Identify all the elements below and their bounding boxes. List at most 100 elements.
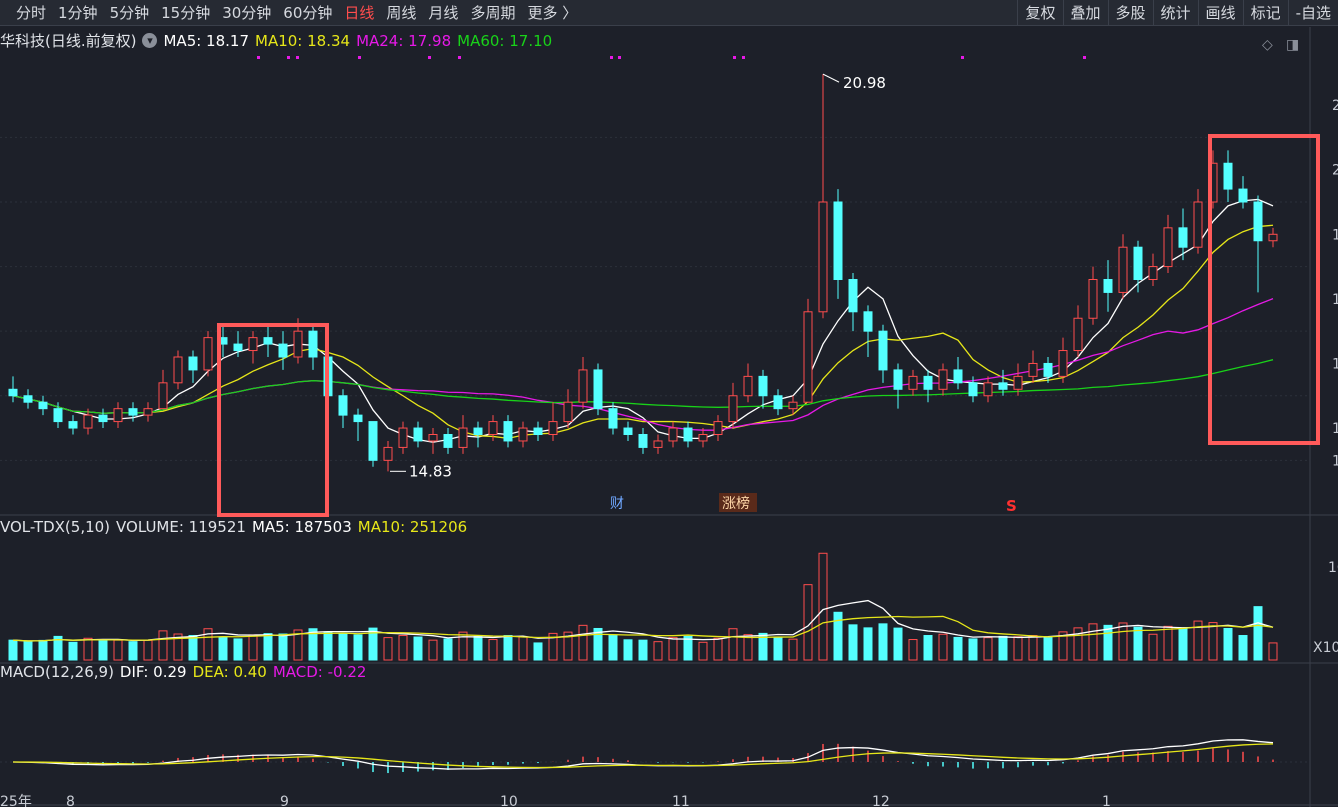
volume-bar xyxy=(728,628,738,661)
candle-body xyxy=(428,434,438,442)
candle-body xyxy=(488,421,498,436)
volume-bar xyxy=(1013,636,1023,661)
candle-body xyxy=(188,356,198,371)
candle-body xyxy=(383,446,393,461)
toolbar-button-4[interactable]: 画线 xyxy=(1197,0,1243,25)
candle-body xyxy=(788,401,798,410)
kline-chart[interactable]: 221111120.9814.83财涨榜S◇◨10X1025年891011121 xyxy=(0,27,1338,807)
candle-body xyxy=(98,414,108,423)
period-toolbar: 分时 1分钟 5分钟 15分钟 30分钟 60分钟 日线 周线 月线 多周期 更多 〉 复权 叠加 多股… xyxy=(0,0,1338,26)
tab-10[interactable]: 更多 〉 xyxy=(521,2,583,23)
candle-body xyxy=(803,311,813,403)
volume-bar xyxy=(1163,625,1173,661)
candle-body xyxy=(908,375,918,390)
volume-bar xyxy=(68,641,78,661)
candle-body xyxy=(683,427,693,442)
candle-body xyxy=(728,395,738,423)
candle-body xyxy=(368,421,378,461)
volume-bar xyxy=(413,636,423,661)
candle-body xyxy=(38,401,48,410)
toolbar-button-6[interactable]: -自选 xyxy=(1287,0,1338,25)
volume-bar xyxy=(653,641,663,661)
volume-bar xyxy=(533,642,543,661)
candle-body xyxy=(548,421,558,436)
volume-bar xyxy=(683,635,693,661)
volume-bar xyxy=(938,633,948,661)
tab-4[interactable]: 30分钟 xyxy=(216,2,277,23)
ma24-line xyxy=(12,298,1274,431)
candle-body xyxy=(1238,188,1248,203)
volume-bar xyxy=(833,611,843,661)
candle-body xyxy=(623,427,633,435)
volume-bar xyxy=(158,630,168,661)
volume-bar xyxy=(1028,635,1038,661)
candle-body xyxy=(158,382,168,410)
candle-body xyxy=(1148,266,1158,280)
candle-body xyxy=(773,395,783,410)
toolbar-button-5[interactable]: 标记 xyxy=(1242,0,1288,25)
candle-body xyxy=(173,356,183,384)
toolbar-button-3[interactable]: 统计 xyxy=(1152,0,1198,25)
candle-body xyxy=(143,408,153,416)
toolbar-button-2[interactable]: 多股 xyxy=(1107,0,1153,25)
volume-bar xyxy=(623,639,633,661)
tab-5[interactable]: 60分钟 xyxy=(277,2,338,23)
tab-2[interactable]: 5分钟 xyxy=(104,2,156,23)
signal-dot xyxy=(287,56,290,59)
candle-body xyxy=(953,369,963,384)
event-cai-marker: 财 xyxy=(610,496,624,512)
volume-bar xyxy=(278,633,288,661)
volume-bar xyxy=(353,634,363,661)
candle-body xyxy=(293,330,303,358)
x-axis-label: 1 xyxy=(1102,794,1111,807)
volume-bar xyxy=(488,639,498,661)
volume-bar xyxy=(218,636,228,661)
toolbar-button-1[interactable]: 叠加 xyxy=(1062,0,1108,25)
ma5-line xyxy=(12,198,1274,443)
volume-bar xyxy=(1043,636,1053,661)
price-axis-label: 1 xyxy=(1332,356,1338,372)
signal-dot xyxy=(458,56,461,59)
candle-body xyxy=(878,330,888,371)
candle-body xyxy=(413,427,423,442)
high-annotation-arrow xyxy=(822,73,840,83)
tab-7[interactable]: 周线 xyxy=(380,2,422,23)
tab-9[interactable]: 多周期 xyxy=(464,2,521,23)
candle-body xyxy=(1223,162,1233,190)
tool-buttons: 复权 叠加 多股 统计 画线 标记 -自选 xyxy=(1017,0,1338,25)
candle-body xyxy=(653,440,663,448)
volume-bar xyxy=(323,631,333,661)
price-axis-label: 1 xyxy=(1332,227,1338,243)
volume-bar xyxy=(578,624,588,661)
candle-body xyxy=(458,427,468,448)
volume-bar xyxy=(788,638,798,661)
toolbar-button-0[interactable]: 复权 xyxy=(1017,0,1062,25)
candle-body xyxy=(818,201,828,313)
price-axis-label: 1 xyxy=(1332,421,1338,437)
candle-body xyxy=(308,330,318,358)
candle-body xyxy=(638,434,648,448)
volume-bar xyxy=(518,636,528,661)
x-axis-label: 8 xyxy=(66,794,75,807)
tab-3[interactable]: 15分钟 xyxy=(155,2,216,23)
signal-dot xyxy=(257,56,260,59)
tab-1[interactable]: 1分钟 xyxy=(52,2,104,23)
candle-body xyxy=(863,311,873,332)
candle-body xyxy=(1163,227,1173,268)
candle-body xyxy=(563,401,573,423)
candle-body xyxy=(1013,375,1023,390)
volume-bar xyxy=(398,635,408,661)
candle-body xyxy=(1193,201,1203,248)
tab-8[interactable]: 月线 xyxy=(422,2,464,23)
candle-body xyxy=(983,382,993,397)
volume-bar xyxy=(908,639,918,661)
candle-body xyxy=(1268,233,1278,242)
candle-body xyxy=(698,434,708,442)
candle-body xyxy=(1253,201,1263,242)
tab-0[interactable]: 分时 xyxy=(10,2,52,23)
x-axis-label: 25年 xyxy=(0,794,32,807)
price-axis-label: 1 xyxy=(1332,292,1338,308)
volume-bar xyxy=(143,639,153,661)
tab-6[interactable]: 日线 xyxy=(338,2,380,23)
candle-body xyxy=(338,395,348,416)
